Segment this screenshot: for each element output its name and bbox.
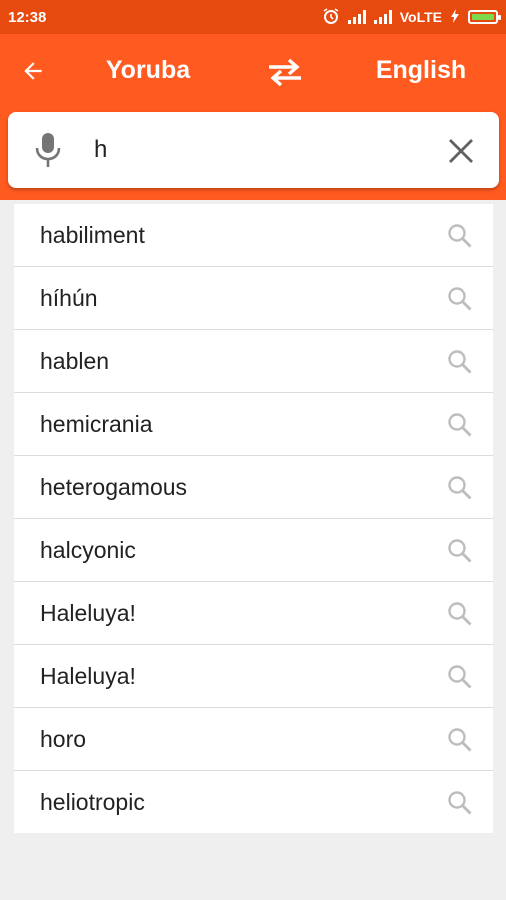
suggestion-item[interactable]: halcyonic: [14, 519, 493, 582]
clear-search-button[interactable]: [444, 134, 478, 168]
suggestion-word: hablen: [40, 347, 110, 374]
suggestion-word: horo: [40, 725, 87, 752]
mic-icon: [35, 133, 61, 167]
search-icon[interactable]: [447, 790, 473, 816]
arrow-back-icon: [24, 62, 42, 80]
swap-languages-button[interactable]: [262, 52, 308, 92]
search-icon[interactable]: [447, 223, 473, 249]
suggestion-word: híhún: [40, 284, 98, 311]
search-input[interactable]: [94, 132, 424, 168]
suggestion-word: halcyonic: [40, 536, 136, 563]
suggestion-list: habiliment híhún hablen hemicrania heterogam…: [14, 204, 493, 833]
close-icon: [449, 139, 473, 163]
target-language-button[interactable]: English: [366, 56, 476, 85]
search-icon[interactable]: [447, 412, 473, 438]
search-icon[interactable]: [447, 475, 473, 501]
suggestion-word: heliotropic: [40, 788, 145, 815]
suggestion-item[interactable]: hablen: [14, 330, 493, 393]
status-icons: VoLTE: [322, 7, 501, 28]
alarm-icon: [322, 7, 340, 28]
search-icon[interactable]: [447, 727, 473, 753]
voice-input-button[interactable]: [28, 130, 68, 170]
suggestion-word: habiliment: [40, 221, 145, 248]
charging-icon: [450, 8, 460, 26]
search-icon[interactable]: [447, 664, 473, 690]
search-area: [0, 112, 506, 200]
suggestion-item[interactable]: Haleluya!: [14, 645, 493, 708]
suggestion-item[interactable]: horo: [14, 708, 493, 771]
search-icon[interactable]: [447, 601, 473, 627]
suggestion-item[interactable]: híhún: [14, 267, 493, 330]
suggestion-item[interactable]: habiliment: [14, 204, 493, 267]
battery-icon: [468, 10, 501, 24]
suggestion-item[interactable]: hemicrania: [14, 393, 493, 456]
search-box: [8, 112, 499, 188]
search-icon[interactable]: [447, 349, 473, 375]
suggestion-item[interactable]: heliotropic: [14, 771, 493, 833]
suggestion-word: hemicrania: [40, 410, 153, 437]
signal-icon: [347, 10, 366, 24]
suggestion-word: heterogamous: [40, 473, 188, 500]
source-language-button[interactable]: Yoruba: [100, 56, 196, 85]
network-label: VoLTE: [399, 9, 442, 25]
suggestion-item[interactable]: heterogamous: [14, 456, 493, 519]
suggestion-word: Haleluya!: [40, 599, 136, 626]
search-icon[interactable]: [447, 286, 473, 312]
status-time: 12:38: [8, 8, 47, 26]
status-bar: 12:38 VoLTE: [0, 0, 506, 34]
back-button[interactable]: [16, 54, 50, 88]
signal-icon-2: [373, 10, 392, 24]
suggestion-word: Haleluya!: [40, 662, 136, 689]
swap-icon: [269, 58, 301, 87]
app-bar: Yoruba English: [0, 34, 506, 112]
suggestion-item[interactable]: Haleluya!: [14, 582, 493, 645]
search-icon[interactable]: [447, 538, 473, 564]
